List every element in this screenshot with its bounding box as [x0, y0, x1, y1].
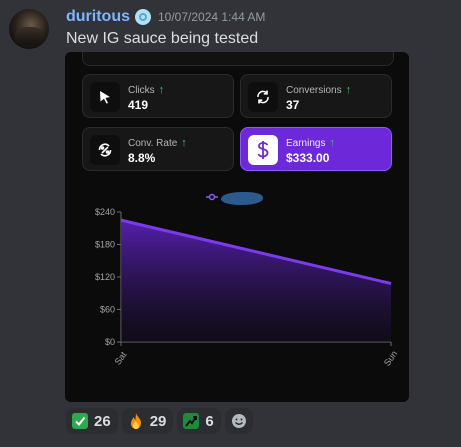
reaction-count: 29 [149, 412, 167, 430]
username[interactable]: duritous [66, 8, 130, 26]
add-reaction-icon [231, 413, 247, 429]
series-area [121, 220, 391, 342]
message-timestamp: 10/07/2024 1:44 AM [158, 10, 266, 24]
message-content: New IG sauce being tested [66, 30, 259, 47]
add-reaction-button[interactable] [224, 408, 253, 434]
reactions-bar: 26 29 6 [66, 408, 253, 434]
y-tick-label: $180 [95, 240, 115, 250]
y-tick-label: $0 [105, 337, 115, 347]
verified-badge-icon [135, 9, 151, 25]
earnings-chart: $240 $180 $120 $60 $0 Sat Sun [95, 207, 399, 368]
y-tick-label: $240 [95, 207, 115, 217]
reaction-count: 26 [94, 412, 111, 430]
image-attachment[interactable]: Clicks ↑ 419 Conversions ↑ 37 Conv. Rate ↑ … [65, 52, 409, 402]
reaction-chart-up[interactable]: 6 [177, 408, 221, 434]
check-mark-icon [72, 413, 88, 429]
fire-icon [128, 413, 144, 429]
x-tick-label: Sun [382, 349, 399, 368]
reaction-count: 6 [205, 412, 214, 430]
y-tick-label: $60 [100, 305, 115, 315]
chart-up-icon [183, 413, 200, 429]
avatar[interactable] [9, 9, 49, 49]
message-header: duritous 10/07/2024 1:44 AM [66, 8, 265, 26]
x-tick-label: Sat [113, 349, 129, 366]
reaction-check[interactable]: 26 [66, 408, 118, 434]
y-tick-label: $120 [95, 272, 115, 282]
reaction-fire[interactable]: 29 [121, 408, 174, 434]
